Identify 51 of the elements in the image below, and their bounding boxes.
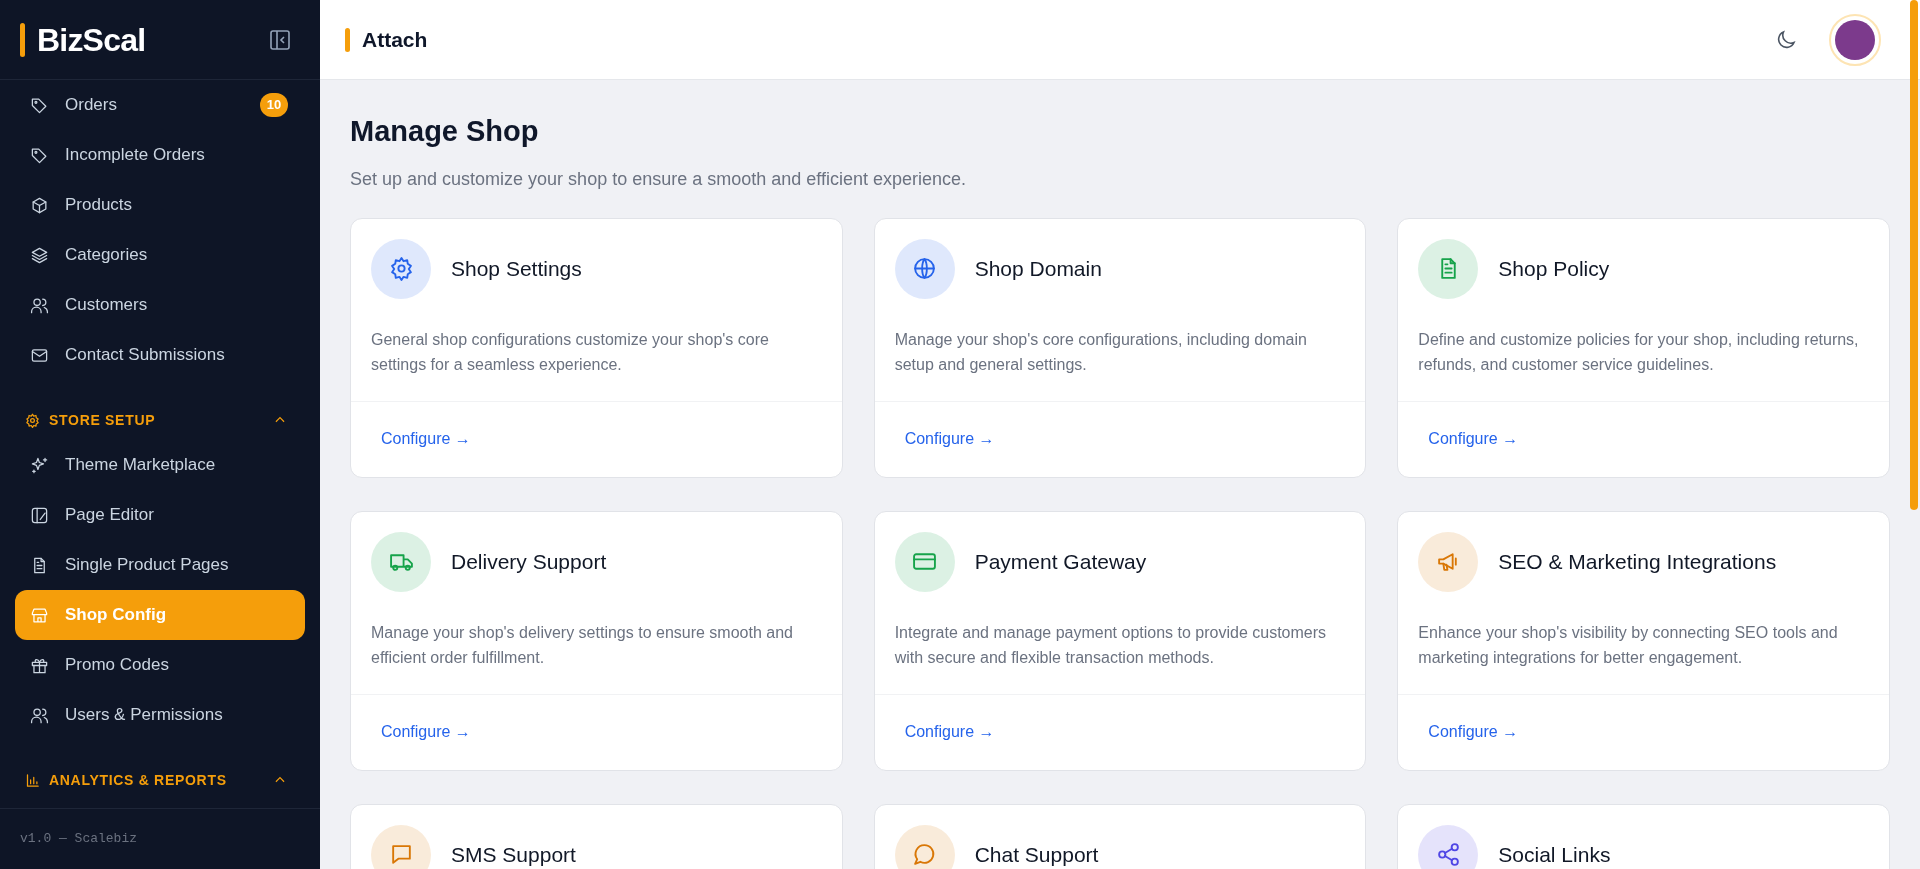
card-title: SEO & Marketing Integrations xyxy=(1498,548,1777,575)
configure-link[interactable]: Configure → xyxy=(1428,720,1519,744)
sidebar-item[interactable]: Customers xyxy=(15,280,305,330)
sidebar-item[interactable]: Promo Codes xyxy=(15,640,305,690)
count-badge: 10 xyxy=(260,93,288,117)
card-description: Manage your shop's core configurations, including domain setup and general settings. xyxy=(894,329,1308,375)
card-description: General shop configurations customize your shop's core settings for a seamless experience. xyxy=(371,329,770,375)
page-header-title: Attach xyxy=(362,26,428,53)
page-title: Manage Shop xyxy=(350,114,540,149)
card-description: Enhance your shop's visibility by connecting SEO tools and marketing integrations for better engagement. xyxy=(1418,622,1839,668)
sidebar-item[interactable]: Single Product Pages xyxy=(15,540,305,590)
card-description: Manage your shop's delivery settings to ensure smooth and efficient order fulfillment. xyxy=(371,622,794,668)
box-icon xyxy=(30,195,49,215)
collapse-sidebar-icon[interactable] xyxy=(268,27,292,52)
card-title: Shop Domain xyxy=(974,255,1102,282)
card-description: Define and customize policies for your shop, including returns, refunds, and customer service guidelines. xyxy=(1418,329,1860,375)
version-text: v1.0 — Scalebiz xyxy=(20,830,138,849)
palette-icon xyxy=(30,505,49,525)
configure-link[interactable]: Configure → xyxy=(381,720,471,744)
card-title: Chat Support xyxy=(974,841,1099,868)
accent-bar xyxy=(20,22,25,57)
card-title: Shop Policy xyxy=(1498,255,1610,282)
sidebar-item[interactable]: Products xyxy=(15,180,305,230)
user-avatar[interactable] xyxy=(1829,13,1881,66)
card-title: Social Links xyxy=(1498,841,1611,868)
accent-bar xyxy=(345,27,350,52)
card-description: Integrate and manage payment options to provide customers with secure and flexible transaction methods. xyxy=(894,622,1328,668)
bar-chart-icon xyxy=(25,772,40,788)
settings-icon xyxy=(25,412,40,428)
sidebar-item[interactable]: Categories xyxy=(15,230,305,280)
configure-link[interactable]: Configure → xyxy=(904,427,995,451)
card-title: Payment Gateway xyxy=(974,548,1147,575)
scrollbar-thumb[interactable] xyxy=(1910,0,1918,510)
logo: BizScal xyxy=(37,20,146,60)
page-subtitle: Set up and customize your shop to ensure a smooth and efficient experience. xyxy=(350,167,968,191)
section-header[interactable]: STORE SETUP xyxy=(15,400,305,440)
card-title: SMS Support xyxy=(451,841,576,868)
sidebar-item[interactable]: Page Editor xyxy=(15,490,305,540)
configure-link[interactable]: Configure → xyxy=(381,427,471,451)
sidebar-item[interactable]: Theme Marketplace xyxy=(15,440,305,490)
configure-link[interactable]: Configure → xyxy=(1428,427,1519,451)
sidebar-item[interactable]: Users & Permissions xyxy=(15,690,305,740)
configure-link[interactable]: Configure → xyxy=(904,720,995,744)
card-title: Shop Settings xyxy=(451,255,582,282)
sidebar-item[interactable]: Orders 10 xyxy=(15,80,305,130)
section-header[interactable]: ANALYTICS & REPORTS xyxy=(15,760,305,800)
card-title: Delivery Support xyxy=(451,548,607,575)
sparkles-icon xyxy=(30,455,49,475)
sidebar-item[interactable]: Contact Submissions xyxy=(15,330,305,380)
sidebar-item[interactable]: Incomplete Orders xyxy=(15,130,305,180)
layers-icon xyxy=(30,245,49,265)
